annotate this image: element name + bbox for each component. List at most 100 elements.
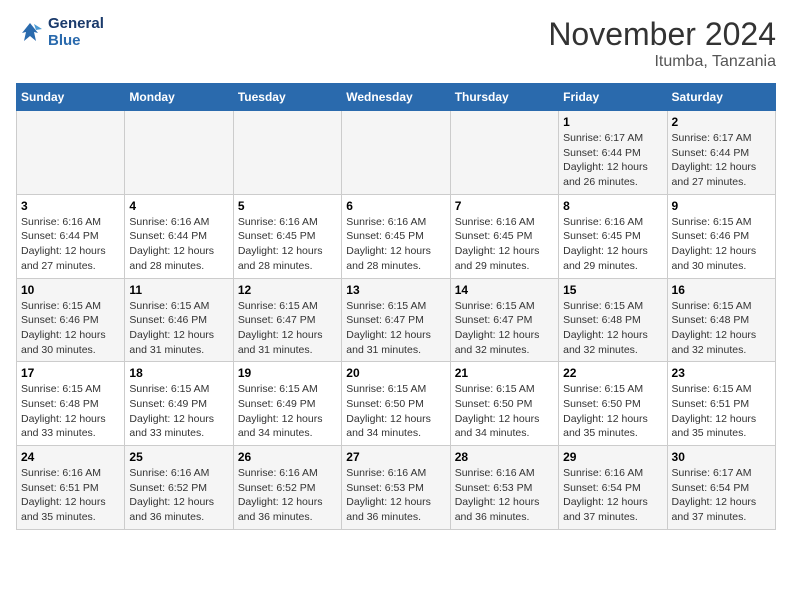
day-number: 27: [346, 450, 445, 464]
calendar-cell: 11 Sunrise: 6:15 AM Sunset: 6:46 PM Dayli…: [125, 278, 233, 362]
calendar-cell: 3 Sunrise: 6:16 AM Sunset: 6:44 PM Daylig…: [17, 194, 125, 278]
day-info: Sunrise: 6:15 AM Sunset: 6:50 PM Dayligh…: [455, 382, 554, 441]
calendar-cell: [125, 111, 233, 195]
day-number: 5: [238, 199, 337, 213]
logo-icon: [16, 19, 44, 47]
calendar-table: SundayMondayTuesdayWednesdayThursdayFrid…: [16, 83, 776, 530]
calendar-cell: 6Sunrise: 6:16 AM Sunset: 6:45 PM Daylig…: [342, 194, 450, 278]
day-number: 6: [346, 199, 445, 213]
calendar-cell: 7Sunrise: 6:16 AM Sunset: 6:45 PM Daylig…: [450, 194, 558, 278]
day-info: Sunrise: 6:15 AM Sunset: 6:46 PM Dayligh…: [129, 299, 228, 358]
calendar-cell: 16 Sunrise: 6:15 AM Sunset: 6:48 PM Dayli…: [667, 278, 775, 362]
day-info: Sunrise: 6:15 AM Sunset: 6:46 PM Dayligh…: [21, 299, 120, 358]
day-info: Sunrise: 6:16 AM Sunset: 6:45 PM Dayligh…: [563, 215, 662, 274]
day-info: Sunrise: 6:15 AM Sunset: 6:48 PM Dayligh…: [563, 299, 662, 358]
day-number: 8: [563, 199, 662, 213]
day-number: 29: [563, 450, 662, 464]
calendar-cell: [342, 111, 450, 195]
day-number: 30: [672, 450, 771, 464]
column-header-friday: Friday: [559, 84, 667, 111]
logo-line1: General: [48, 16, 104, 33]
calendar-cell: [450, 111, 558, 195]
calendar-week-row: 17Sunrise: 6:15 AM Sunset: 6:48 PM Dayli…: [17, 362, 776, 446]
calendar-week-row: 10 Sunrise: 6:15 AM Sunset: 6:46 PM Dayli…: [17, 278, 776, 362]
calendar-cell: 25 Sunrise: 6:16 AM Sunset: 6:52 PM Dayli…: [125, 446, 233, 530]
column-header-tuesday: Tuesday: [233, 84, 341, 111]
day-info: Sunrise: 6:16 AM Sunset: 6:53 PM Dayligh…: [346, 466, 445, 525]
calendar-cell: 14 Sunrise: 6:15 AM Sunset: 6:47 PM Dayli…: [450, 278, 558, 362]
location-subtitle: Itumba, Tanzania: [548, 53, 776, 71]
month-title: November 2024: [548, 16, 776, 53]
day-info: Sunrise: 6:17 AM Sunset: 6:44 PM Dayligh…: [672, 131, 771, 190]
day-info: Sunrise: 6:15 AM Sunset: 6:46 PM Dayligh…: [672, 215, 771, 274]
day-number: 15: [563, 283, 662, 297]
day-info: Sunrise: 6:15 AM Sunset: 6:48 PM Dayligh…: [21, 382, 120, 441]
column-header-wednesday: Wednesday: [342, 84, 450, 111]
day-number: 4: [129, 199, 228, 213]
day-number: 18: [129, 366, 228, 380]
logo: General Blue: [16, 16, 104, 49]
calendar-cell: 28 Sunrise: 6:16 AM Sunset: 6:53 PM Dayli…: [450, 446, 558, 530]
calendar-cell: 2 Sunrise: 6:17 AM Sunset: 6:44 PM Daylig…: [667, 111, 775, 195]
day-info: Sunrise: 6:15 AM Sunset: 6:50 PM Dayligh…: [346, 382, 445, 441]
calendar-cell: [233, 111, 341, 195]
calendar-cell: 9 Sunrise: 6:15 AM Sunset: 6:46 PM Daylig…: [667, 194, 775, 278]
day-number: 28: [455, 450, 554, 464]
calendar-cell: 17Sunrise: 6:15 AM Sunset: 6:48 PM Dayli…: [17, 362, 125, 446]
calendar-cell: 1 Sunrise: 6:17 AM Sunset: 6:44 PM Daylig…: [559, 111, 667, 195]
day-number: 21: [455, 366, 554, 380]
day-info: Sunrise: 6:15 AM Sunset: 6:49 PM Dayligh…: [238, 382, 337, 441]
calendar-header-row: SundayMondayTuesdayWednesdayThursdayFrid…: [17, 84, 776, 111]
calendar-cell: [17, 111, 125, 195]
page-header: General Blue November 2024 Itumba, Tanza…: [16, 16, 776, 71]
day-info: Sunrise: 6:15 AM Sunset: 6:47 PM Dayligh…: [455, 299, 554, 358]
day-info: Sunrise: 6:16 AM Sunset: 6:52 PM Dayligh…: [129, 466, 228, 525]
day-info: Sunrise: 6:15 AM Sunset: 6:47 PM Dayligh…: [346, 299, 445, 358]
day-number: 16: [672, 283, 771, 297]
day-number: 23: [672, 366, 771, 380]
day-info: Sunrise: 6:16 AM Sunset: 6:45 PM Dayligh…: [238, 215, 337, 274]
day-info: Sunrise: 6:15 AM Sunset: 6:51 PM Dayligh…: [672, 382, 771, 441]
day-info: Sunrise: 6:16 AM Sunset: 6:53 PM Dayligh…: [455, 466, 554, 525]
calendar-cell: 18 Sunrise: 6:15 AM Sunset: 6:49 PM Dayli…: [125, 362, 233, 446]
day-info: Sunrise: 6:15 AM Sunset: 6:48 PM Dayligh…: [672, 299, 771, 358]
calendar-cell: 27 Sunrise: 6:16 AM Sunset: 6:53 PM Dayli…: [342, 446, 450, 530]
day-info: Sunrise: 6:15 AM Sunset: 6:47 PM Dayligh…: [238, 299, 337, 358]
day-number: 24: [21, 450, 120, 464]
day-info: Sunrise: 6:16 AM Sunset: 6:44 PM Dayligh…: [129, 215, 228, 274]
calendar-cell: 12Sunrise: 6:15 AM Sunset: 6:47 PM Dayli…: [233, 278, 341, 362]
day-number: 26: [238, 450, 337, 464]
title-area: November 2024 Itumba, Tanzania: [548, 16, 776, 71]
calendar-week-row: 24Sunrise: 6:16 AM Sunset: 6:51 PM Dayli…: [17, 446, 776, 530]
calendar-cell: 20 Sunrise: 6:15 AM Sunset: 6:50 PM Dayli…: [342, 362, 450, 446]
day-info: Sunrise: 6:15 AM Sunset: 6:49 PM Dayligh…: [129, 382, 228, 441]
column-header-thursday: Thursday: [450, 84, 558, 111]
day-info: Sunrise: 6:16 AM Sunset: 6:44 PM Dayligh…: [21, 215, 120, 274]
calendar-cell: 24Sunrise: 6:16 AM Sunset: 6:51 PM Dayli…: [17, 446, 125, 530]
calendar-week-row: 3 Sunrise: 6:16 AM Sunset: 6:44 PM Daylig…: [17, 194, 776, 278]
day-number: 14: [455, 283, 554, 297]
column-header-sunday: Sunday: [17, 84, 125, 111]
day-number: 20: [346, 366, 445, 380]
day-info: Sunrise: 6:17 AM Sunset: 6:44 PM Dayligh…: [563, 131, 662, 190]
day-number: 2: [672, 115, 771, 129]
day-number: 9: [672, 199, 771, 213]
day-number: 1: [563, 115, 662, 129]
calendar-cell: 29 Sunrise: 6:16 AM Sunset: 6:54 PM Dayli…: [559, 446, 667, 530]
day-number: 11: [129, 283, 228, 297]
calendar-cell: 13 Sunrise: 6:15 AM Sunset: 6:47 PM Dayli…: [342, 278, 450, 362]
day-info: Sunrise: 6:16 AM Sunset: 6:54 PM Dayligh…: [563, 466, 662, 525]
day-info: Sunrise: 6:16 AM Sunset: 6:45 PM Dayligh…: [455, 215, 554, 274]
day-info: Sunrise: 6:16 AM Sunset: 6:52 PM Dayligh…: [238, 466, 337, 525]
day-number: 13: [346, 283, 445, 297]
day-number: 25: [129, 450, 228, 464]
calendar-cell: 26 Sunrise: 6:16 AM Sunset: 6:52 PM Dayli…: [233, 446, 341, 530]
day-number: 3: [21, 199, 120, 213]
calendar-cell: 21 Sunrise: 6:15 AM Sunset: 6:50 PM Dayli…: [450, 362, 558, 446]
calendar-cell: 4 Sunrise: 6:16 AM Sunset: 6:44 PM Daylig…: [125, 194, 233, 278]
column-header-monday: Monday: [125, 84, 233, 111]
day-info: Sunrise: 6:15 AM Sunset: 6:50 PM Dayligh…: [563, 382, 662, 441]
day-number: 10: [21, 283, 120, 297]
calendar-cell: 5 Sunrise: 6:16 AM Sunset: 6:45 PM Daylig…: [233, 194, 341, 278]
column-header-saturday: Saturday: [667, 84, 775, 111]
